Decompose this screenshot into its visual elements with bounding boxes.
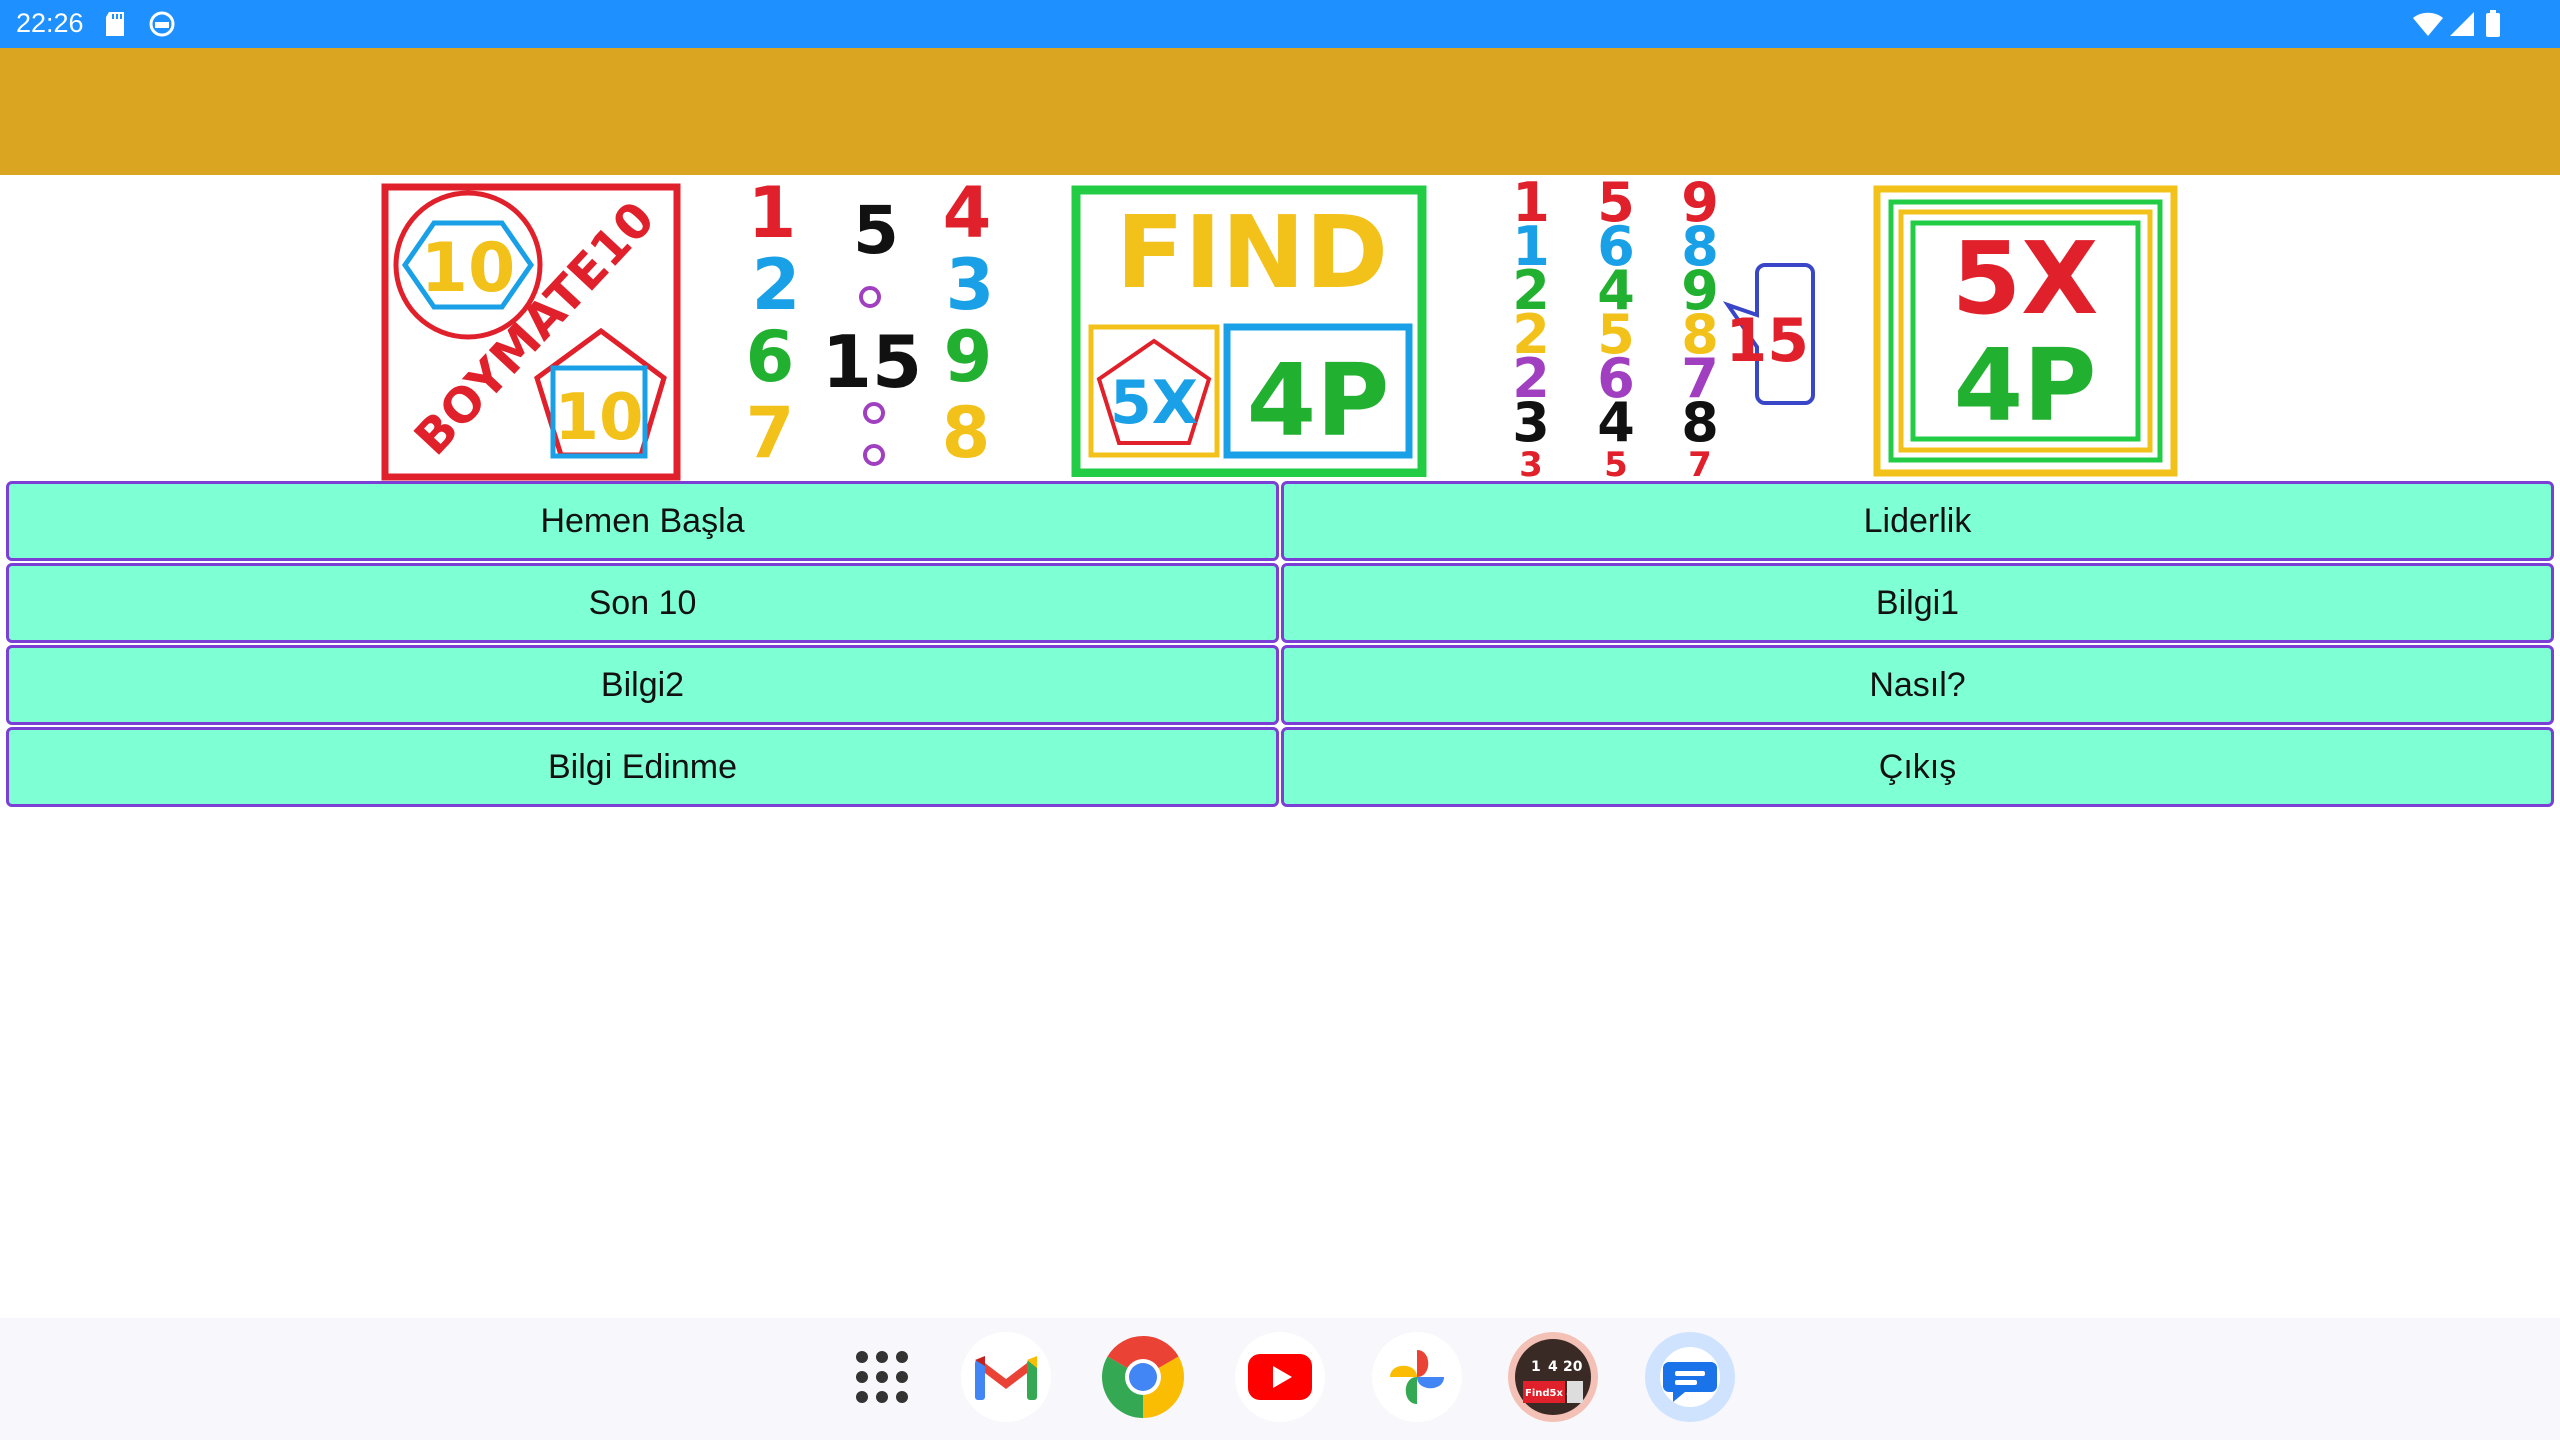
logo-number: 10 bbox=[421, 229, 516, 308]
number-columns-15-logo[interactable]: 1 5 9 1 6 8 2 4 9 2 5 8 2 6 7 3 4 8 3 5 … bbox=[1500, 171, 1830, 485]
logo-label: 4P bbox=[1247, 342, 1390, 459]
find-5x-4p-app-icon[interactable]: 1 4 20 Find5x 4P bbox=[1508, 1332, 1598, 1422]
status-time: 22:26 bbox=[16, 8, 84, 38]
app-icon-number: 1 bbox=[1531, 1359, 1541, 1375]
column-number: 5 bbox=[1604, 445, 1628, 480]
messages-icon[interactable] bbox=[1645, 1332, 1735, 1422]
main-menu: Hemen Başla Liderlik Son 10 Bilgi1 Bilgi… bbox=[6, 481, 2554, 807]
number-grid-15-logo[interactable]: 1 5 4 2 3 6 15 9 7 8 bbox=[730, 172, 1010, 479]
youtube-icon[interactable] bbox=[1235, 1332, 1325, 1422]
gmail-icon[interactable] bbox=[961, 1332, 1051, 1422]
grid-number: 6 bbox=[746, 316, 795, 398]
photos-icon[interactable] bbox=[1372, 1332, 1462, 1422]
sd-card-icon bbox=[104, 10, 126, 42]
wifi-icon bbox=[2412, 10, 2444, 42]
start-now-button[interactable]: Hemen Başla bbox=[6, 481, 1279, 561]
exit-button[interactable]: Çıkış bbox=[1281, 727, 2554, 807]
app-icon-number: 20 bbox=[1563, 1359, 1583, 1375]
grid-number: 8 bbox=[942, 392, 991, 474]
logo-label: 4P bbox=[1954, 327, 2097, 444]
5x-4p-logo[interactable]: 5X 4P bbox=[1873, 185, 2178, 481]
grid-number: 3 bbox=[946, 244, 995, 326]
logo-label: 5X bbox=[1952, 220, 2099, 337]
chrome-icon[interactable] bbox=[1098, 1332, 1188, 1422]
app-drawer-icon[interactable] bbox=[837, 1332, 927, 1422]
logo-banner: 10 10 BOYMATE10 1 5 4 2 3 6 15 9 7 8 FIN bbox=[0, 171, 2560, 485]
last-10-button[interactable]: Son 10 bbox=[6, 563, 1279, 643]
grid-number: 1 bbox=[748, 175, 797, 254]
app-icon-number: 4 bbox=[1548, 1359, 1558, 1375]
grid-number: 2 bbox=[752, 244, 801, 326]
grid-number: 7 bbox=[746, 392, 795, 474]
top-app-bar bbox=[0, 48, 2560, 175]
app-notification-icon bbox=[148, 10, 176, 42]
status-bar: 22:26 bbox=[0, 0, 2560, 48]
column-number: 7 bbox=[1688, 445, 1712, 480]
find-text: FIND bbox=[1116, 194, 1388, 311]
grid-number: 4 bbox=[943, 175, 992, 254]
grid-number: 15 bbox=[822, 320, 922, 404]
logo-label: 5X bbox=[1110, 368, 1198, 438]
get-info-button[interactable]: Bilgi Edinme bbox=[6, 727, 1279, 807]
boymate10-logo[interactable]: 10 10 BOYMATE10 bbox=[381, 183, 681, 485]
how-to-button[interactable]: Nasıl? bbox=[1281, 645, 2554, 725]
app-dock: 1 4 20 Find5x 4P bbox=[0, 1318, 2560, 1440]
grid-number: 9 bbox=[944, 316, 993, 398]
find-5x-4p-logo[interactable]: FIND 5X 4P bbox=[1071, 185, 1431, 481]
battery-icon bbox=[2484, 10, 2502, 42]
logo-number: 10 bbox=[554, 381, 643, 455]
signal-icon bbox=[2448, 10, 2476, 42]
bubble-number: 15 bbox=[1726, 306, 1810, 376]
info1-button[interactable]: Bilgi1 bbox=[1281, 563, 2554, 643]
column-number: 3 bbox=[1519, 445, 1543, 480]
grid-number: 5 bbox=[853, 192, 899, 269]
info2-button[interactable]: Bilgi2 bbox=[6, 645, 1279, 725]
leaderboard-button[interactable]: Liderlik bbox=[1281, 481, 2554, 561]
